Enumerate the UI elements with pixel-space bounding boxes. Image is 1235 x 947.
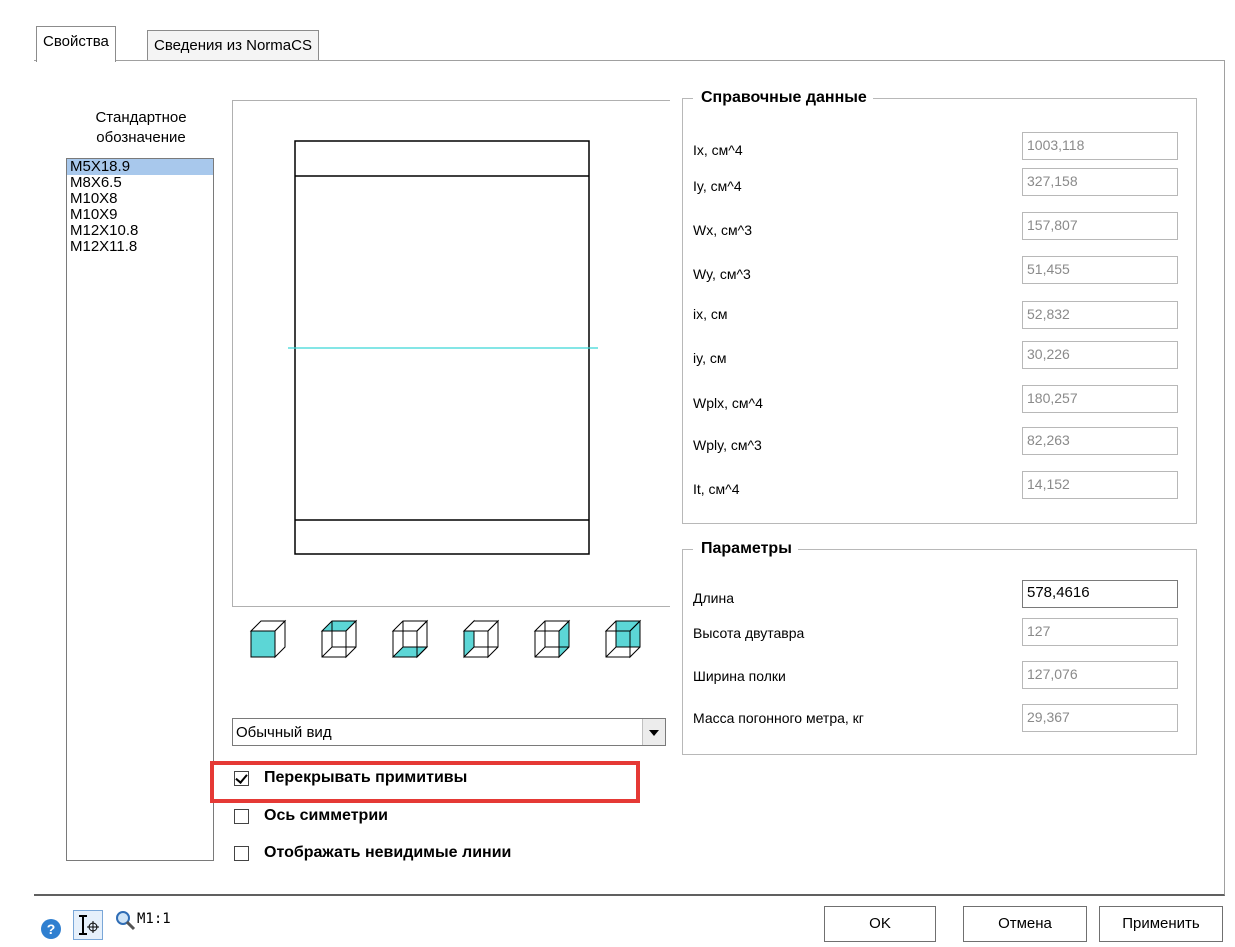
snap-cursor-icon[interactable]: [73, 910, 103, 940]
length-label: Длина: [693, 590, 734, 606]
list-item[interactable]: M12X10.8: [67, 223, 213, 239]
cube-front-icon[interactable]: [244, 612, 290, 664]
chevron-down-icon[interactable]: [642, 719, 665, 745]
mass-per-meter-field: 29,367: [1022, 704, 1178, 732]
ix-field: 1003,118: [1022, 132, 1178, 160]
wplx-field: 180,257: [1022, 385, 1178, 413]
standard-list[interactable]: M5X18.9 M8X6.5 M10X8 M10X9 M12X10.8 M12X…: [66, 158, 214, 861]
reference-data-title: Справочные данные: [693, 88, 873, 108]
help-icon[interactable]: ?: [41, 919, 61, 939]
zoom-icon[interactable]: [114, 909, 136, 931]
ix-label: Ix, см^4: [693, 142, 743, 158]
ix-radius-field: 52,832: [1022, 301, 1178, 329]
it-field: 14,152: [1022, 471, 1178, 499]
apply-button[interactable]: Применить: [1099, 906, 1223, 942]
standard-header: Стандартное обозначение: [95, 109, 187, 146]
list-item[interactable]: M10X8: [67, 191, 213, 207]
list-item[interactable]: M5X18.9: [67, 159, 213, 175]
tab-properties[interactable]: Свойства: [36, 26, 116, 62]
wy-field: 51,455: [1022, 256, 1178, 284]
it-label: It, см^4: [693, 481, 740, 497]
view-mode-value: Обычный вид: [236, 724, 332, 741]
length-field[interactable]: 578,4616: [1022, 580, 1178, 608]
list-item[interactable]: M12X11.8: [67, 239, 213, 255]
list-item[interactable]: M10X9: [67, 207, 213, 223]
hidden-lines-label: Отображать невидимые линии: [264, 844, 512, 861]
wx-label: Wx, см^3: [693, 222, 752, 238]
ix-radius-label: ix, см: [693, 306, 728, 322]
cube-top-icon[interactable]: [315, 612, 361, 664]
cube-back-icon[interactable]: [599, 612, 645, 664]
tab-normacs[interactable]: Сведения из NormaCS: [147, 30, 319, 60]
wply-field: 82,263: [1022, 427, 1178, 455]
cancel-button[interactable]: Отмена: [963, 906, 1087, 942]
wplx-label: Wplx, см^4: [693, 395, 763, 411]
hidden-lines-checkbox[interactable]: [234, 846, 249, 861]
iy-radius-field: 30,226: [1022, 341, 1178, 369]
wy-label: Wy, см^3: [693, 266, 751, 282]
iy-field: 327,158: [1022, 168, 1178, 196]
symmetry-axis-checkbox[interactable]: [234, 809, 249, 824]
flange-width-label: Ширина полки: [693, 668, 786, 684]
iy-label: Iy, см^4: [693, 178, 742, 194]
wx-field: 157,807: [1022, 212, 1178, 240]
beam-height-label: Высота двутавра: [693, 625, 805, 641]
mass-per-meter-label: Масса погонного метра, кг: [693, 710, 864, 726]
ok-button[interactable]: OK: [824, 906, 936, 942]
iy-radius-label: iy, см: [693, 350, 727, 366]
cube-right-icon[interactable]: [528, 612, 574, 664]
cube-left-icon[interactable]: [457, 612, 503, 664]
beam-height-field: 127: [1022, 618, 1178, 646]
view-mode-select[interactable]: Обычный вид: [232, 718, 666, 746]
beam-section-drawing: [288, 140, 598, 555]
highlight-box: [210, 761, 640, 803]
flange-width-field: 127,076: [1022, 661, 1178, 689]
symmetry-axis-label: Ось симметрии: [264, 807, 388, 824]
cube-bottom-icon[interactable]: [386, 612, 432, 664]
scale-label: M1:1: [137, 911, 171, 927]
wply-label: Wply, см^3: [693, 437, 762, 453]
list-item[interactable]: M8X6.5: [67, 175, 213, 191]
section-preview: [232, 100, 670, 606]
parameters-title: Параметры: [693, 539, 798, 559]
